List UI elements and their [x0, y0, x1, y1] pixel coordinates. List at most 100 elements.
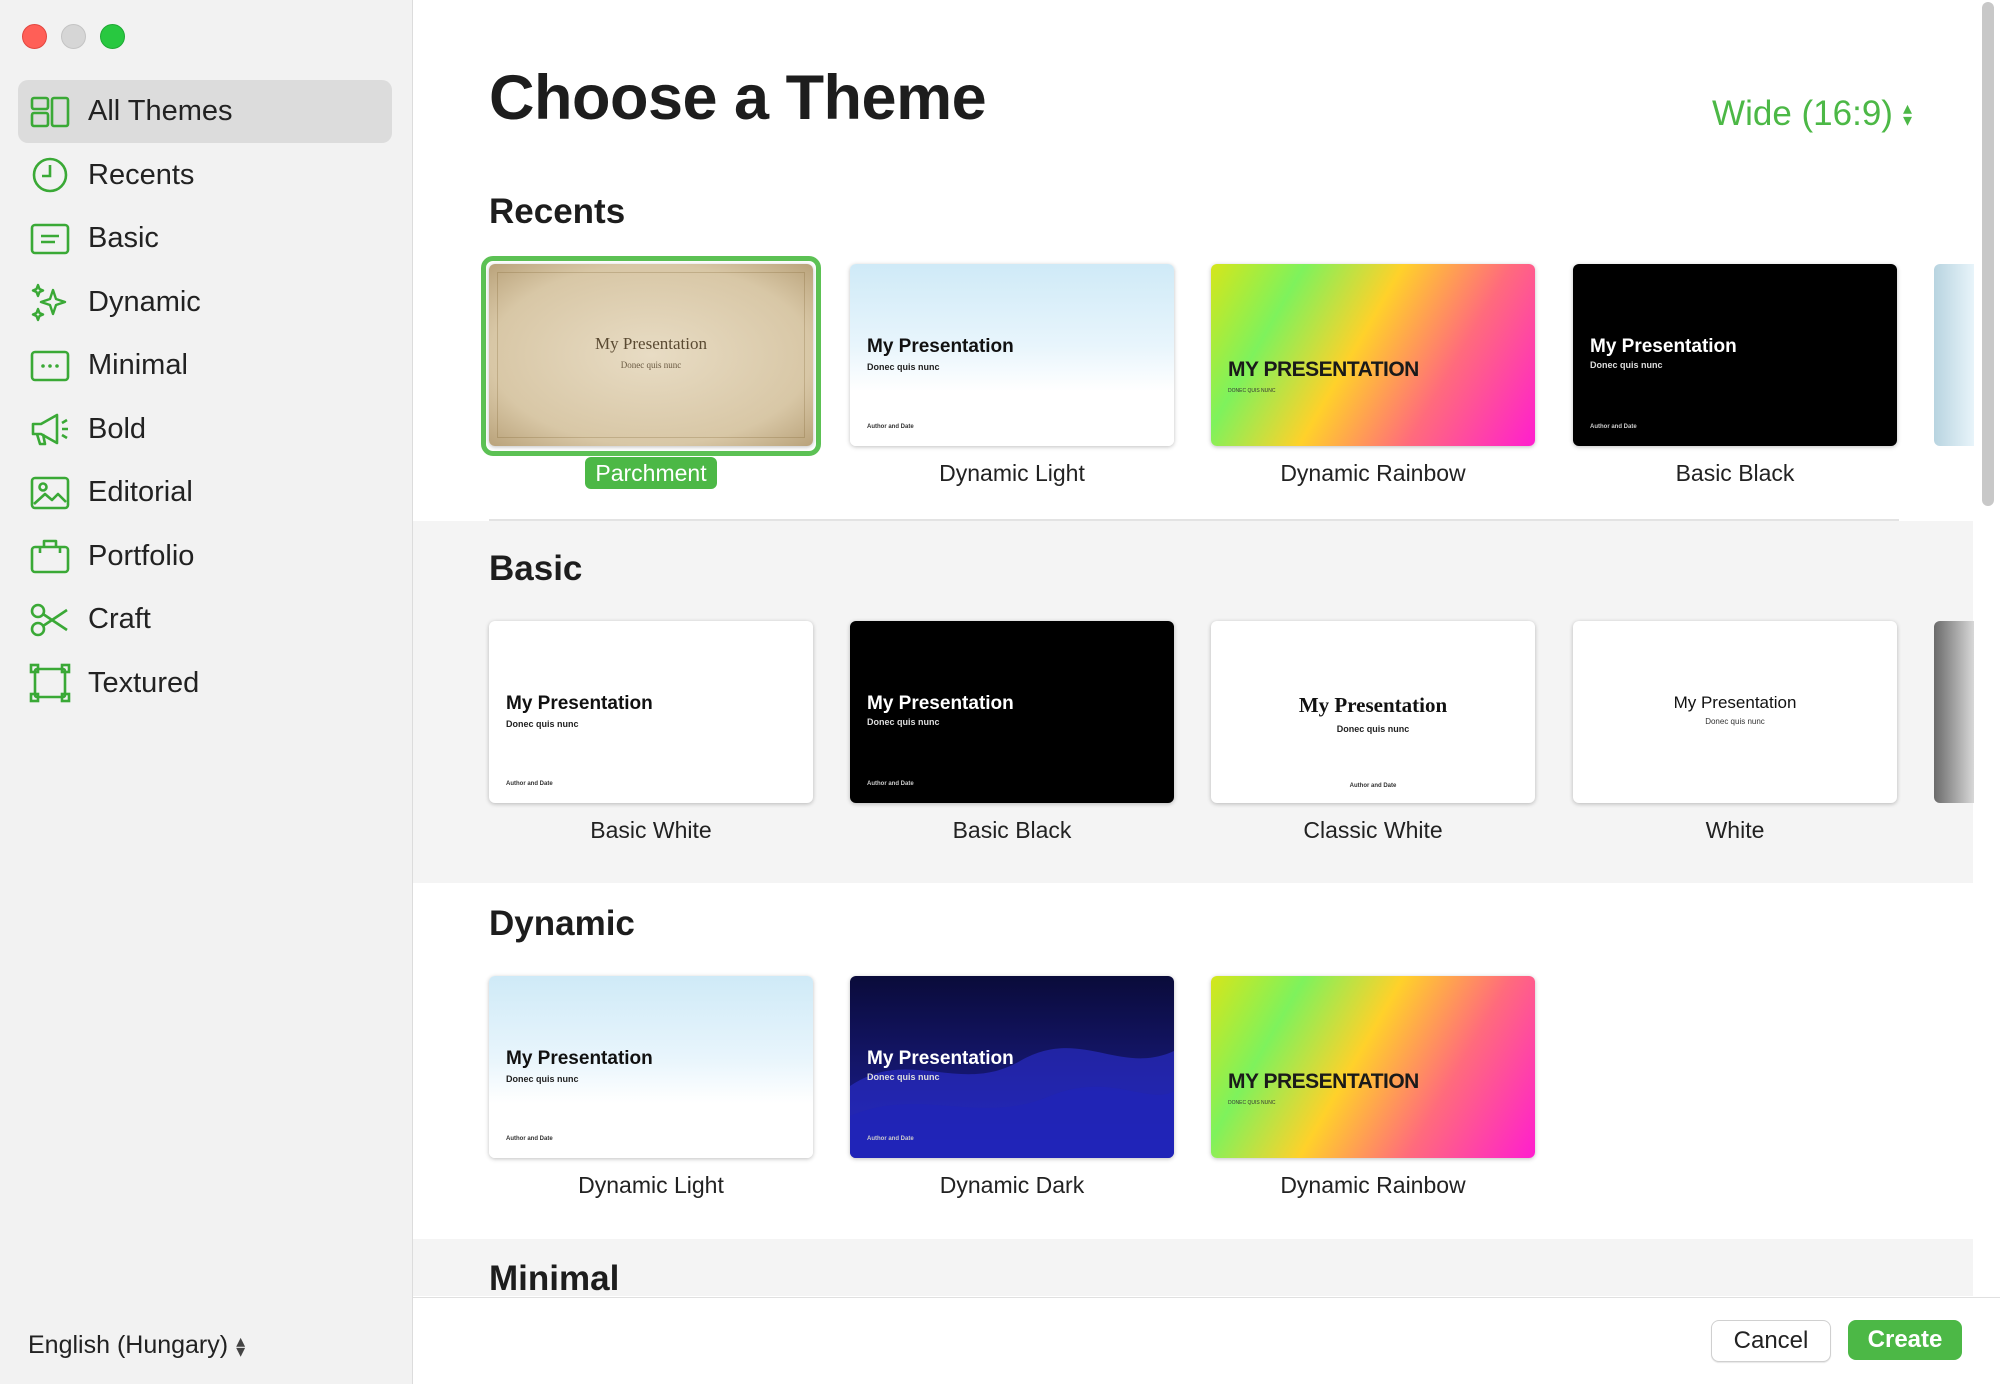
window-controls [22, 24, 125, 49]
close-window-button[interactable] [22, 24, 47, 49]
minimal-icon [28, 346, 72, 386]
thumb-title: My Presentation [595, 334, 707, 353]
thumb-author: Author and Date [1349, 783, 1397, 789]
thumb-title: MY PRESENTATION [1228, 358, 1419, 381]
theme-name-label: Dynamic Dark [939, 1172, 1085, 1198]
theme-thumb-dynamic-rainbow[interactable]: MY PRESENTATION DONEC QUIS NUNC [1211, 976, 1535, 1158]
sidebar-item-label: Dynamic [88, 285, 201, 318]
theme-thumb-basic-black[interactable]: My Presentation Donec quis nunc Author a… [850, 621, 1174, 803]
sidebar-item-craft[interactable]: Craft [18, 588, 392, 651]
section-title-basic: Basic [489, 549, 583, 588]
thumb-subtitle: Donec quis nunc [867, 1072, 940, 1082]
sidebar-item-label: Basic [88, 222, 159, 254]
thumb-title: My Presentation [506, 1048, 653, 1069]
theme-name-label: Classic White [1303, 817, 1443, 843]
sidebar-item-portfolio[interactable]: Portfolio [18, 525, 392, 588]
theme-thumb-parchment[interactable]: My Presentation Donec quis nunc [489, 264, 813, 446]
thumb-author: Author and Date [867, 424, 914, 430]
sidebar-item-textured[interactable]: Textured [18, 652, 392, 715]
sidebar-item-label: Editorial [88, 476, 193, 508]
thumb-subtitle: DONEC QUIS NUNC [1228, 388, 1276, 394]
language-selector[interactable]: English (Hungary) ▴ ▾ [28, 1331, 245, 1360]
thumb-subtitle: Donec quis nunc [1590, 360, 1663, 370]
thumb-title: My Presentation [1298, 693, 1448, 717]
sidebar-item-editorial[interactable]: Editorial [18, 461, 392, 524]
theme-thumb-dynamic-light[interactable]: My Presentation Donec quis nunc Author a… [489, 976, 813, 1158]
sidebar-item-all-themes[interactable]: All Themes [18, 80, 392, 143]
thumb-author: Author and Date [867, 1136, 914, 1142]
theme-name-label: Dynamic Rainbow [1280, 460, 1466, 486]
sidebar-item-label: Textured [88, 666, 200, 699]
thumb-title: My Presentation [506, 693, 653, 714]
sparkles-icon [28, 282, 72, 322]
thumb-title: My Presentation [1673, 693, 1797, 712]
sidebar-item-label: Craft [88, 603, 151, 635]
thumb-title: MY PRESENTATION [1228, 1070, 1419, 1093]
sidebar-item-label: Minimal [88, 349, 188, 381]
theme-name-label: Dynamic Light [578, 1172, 724, 1198]
thumb-title: My Presentation [867, 1048, 1014, 1069]
theme-name-label: Dynamic Light [939, 460, 1085, 486]
briefcase-icon [28, 536, 72, 576]
section-title-minimal: Minimal [489, 1259, 620, 1296]
create-button[interactable]: Create [1848, 1320, 1962, 1360]
section-minimal [413, 1239, 1973, 1296]
section-title-dynamic: Dynamic [489, 904, 635, 943]
thumb-author: Author and Date [506, 1136, 553, 1142]
clock-icon [28, 155, 72, 195]
sidebar-item-dynamic[interactable]: Dynamic [18, 271, 392, 334]
scissors-icon [28, 600, 72, 640]
thumb-subtitle: Donec quis nunc [867, 362, 940, 372]
aspect-ratio-label: Wide (16:9) [1712, 94, 1893, 133]
photo-icon [28, 473, 72, 513]
theme-thumb-dynamic-light[interactable]: My Presentation Donec quis nunc Author a… [850, 264, 1174, 446]
aspect-ratio-selector[interactable]: Wide (16:9) ▴ ▾ [1712, 94, 1912, 134]
sidebar: All Themes Recents Basic Dynamic Minimal… [0, 0, 413, 1384]
theme-name-label: Basic Black [1675, 460, 1795, 486]
sidebar-item-recents[interactable]: Recents [18, 144, 392, 207]
theme-name-label: Basic White [590, 817, 712, 843]
page-title: Choose a Theme [489, 63, 987, 133]
thumb-subtitle: Donec quis nunc [867, 717, 940, 727]
theme-name-label: Parchment [585, 457, 717, 489]
theme-thumb-basic-white[interactable]: My Presentation Donec quis nunc Author a… [489, 621, 813, 803]
theme-thumb-classic-white[interactable]: My Presentation Donec quis nunc Author a… [1211, 621, 1535, 803]
theme-name-label: Basic Black [952, 817, 1072, 843]
thumb-title: My Presentation [1590, 336, 1737, 357]
theme-chooser-window: All Themes Recents Basic Dynamic Minimal… [0, 0, 2000, 1384]
theme-browser: Choose a Theme Wide (16:9) ▴ ▾ Recents My… [413, 0, 2000, 1296]
thumb-subtitle: Donec quis nunc [506, 719, 579, 729]
cancel-button[interactable]: Cancel [1711, 1320, 1831, 1362]
minimize-window-button[interactable] [61, 24, 86, 49]
theme-name-label: White [1705, 817, 1765, 843]
up-down-chevron-icon: ▴ ▾ [1902, 98, 1912, 130]
theme-thumb-white[interactable]: My Presentation Donec quis nunc [1573, 621, 1897, 803]
thumb-subtitle: Donec quis nunc [620, 360, 682, 370]
theme-thumb-partial[interactable] [1934, 621, 1974, 803]
thumb-subtitle: Donec quis nunc [1336, 724, 1410, 734]
all-themes-icon [28, 92, 72, 132]
sidebar-item-bold[interactable]: Bold [18, 398, 392, 461]
thumb-title: My Presentation [867, 336, 1014, 357]
section-title-recents: Recents [489, 192, 626, 231]
megaphone-icon [28, 409, 72, 449]
vertical-scrollbar[interactable] [1982, 2, 1994, 506]
zoom-window-button[interactable] [100, 24, 125, 49]
thumb-author: Author and Date [506, 781, 553, 787]
theme-thumb-basic-black[interactable]: My Presentation Donec quis nunc Author a… [1573, 264, 1897, 446]
thumb-subtitle: DONEC QUIS NUNC [1228, 1100, 1276, 1106]
theme-thumb-partial[interactable] [1934, 264, 1974, 446]
sidebar-item-basic[interactable]: Basic [18, 207, 392, 270]
sidebar-item-minimal[interactable]: Minimal [18, 334, 392, 397]
theme-thumb-dynamic-rainbow[interactable]: MY PRESENTATION DONEC QUIS NUNC [1211, 264, 1535, 446]
sidebar-item-label: Portfolio [88, 539, 195, 572]
dialog-footer: Cancel Create [413, 1297, 2000, 1384]
sidebar-item-label: Recents [88, 158, 195, 191]
thumb-author: Author and Date [1590, 424, 1637, 430]
textured-frame-icon [28, 663, 72, 703]
theme-thumb-dynamic-dark[interactable]: My Presentation Donec quis nunc Author a… [850, 976, 1174, 1158]
thumb-author: Author and Date [867, 781, 914, 787]
basic-icon [28, 219, 72, 259]
thumb-title: My Presentation [867, 693, 1014, 714]
theme-category-list: All Themes Recents Basic Dynamic Minimal… [18, 80, 392, 715]
